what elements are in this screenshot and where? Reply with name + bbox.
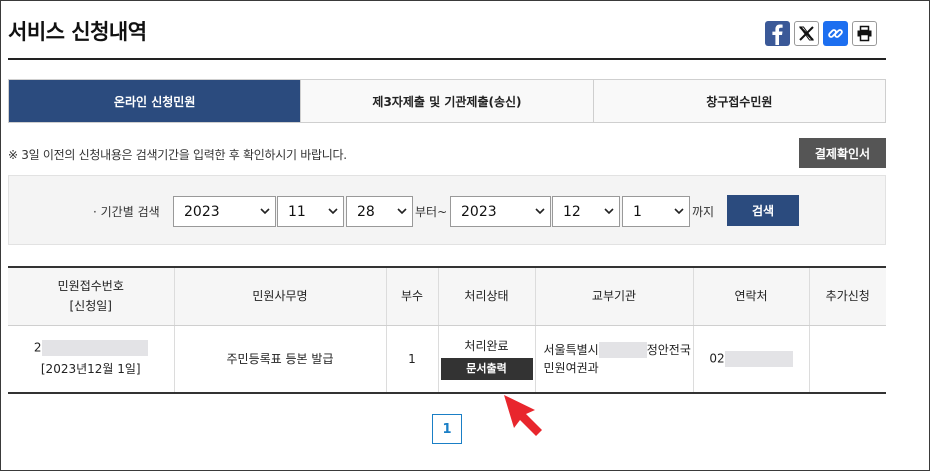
chevron-down-icon (260, 208, 270, 215)
cell-service-name: 주민등록표 등본 발급 (174, 325, 387, 394)
chevron-down-icon (674, 208, 684, 215)
end-year-value: 2023 (461, 203, 497, 220)
header-receipt-number: 민원접수번호 [신청일] (8, 266, 175, 326)
agency-suffix: 정안전국 (646, 342, 691, 357)
header-receipt-number-line1: 민원접수번호 (57, 279, 124, 294)
copy-link-button[interactable] (823, 21, 848, 46)
status-text: 처리완료 (464, 339, 509, 354)
print-button[interactable] (852, 21, 877, 46)
end-month-value: 12 (563, 203, 581, 220)
search-label: · 기간별 검색 (93, 205, 160, 219)
application-table: 민원접수번호 [신청일] 민원사무명 부수 처리상태 교부기관 연락처 추가신청… (8, 266, 886, 394)
cell-agency: 서울특별시 정안전국 민원여권과 (535, 325, 694, 394)
header-receipt-number-line2: [신청일] (69, 299, 112, 314)
redacted-contact (724, 350, 793, 367)
notice-text: ※ 3일 이전의 신청내용은 검색기간을 입력한 후 확인하시기 바랍니다. (8, 148, 347, 162)
cell-status: 처리완료 문서출력 (438, 325, 536, 394)
end-day-value: 1 (633, 203, 642, 220)
start-year-select[interactable]: 2023 (173, 196, 276, 227)
header-contact: 연락처 (693, 266, 810, 326)
agency-prefix: 서울특별시 (543, 342, 599, 357)
end-month-select[interactable]: 12 (552, 196, 620, 227)
link-icon (828, 29, 843, 38)
cell-contact: 02 (693, 325, 810, 394)
header-agency: 교부기관 (535, 266, 694, 326)
cell-copies: 1 (386, 325, 439, 394)
end-year-select[interactable]: 2023 (450, 196, 551, 227)
chevron-down-icon (328, 208, 338, 215)
document-print-button[interactable]: 문서출력 (440, 358, 533, 381)
cell-extra-application (809, 325, 886, 394)
title-divider (8, 58, 886, 60)
contact-prefix: 02 (709, 351, 725, 366)
redacted-receipt-number (41, 340, 148, 357)
start-day-value: 28 (357, 203, 375, 220)
tab-online-application[interactable]: 온라인 신청민원 (9, 80, 302, 122)
table-row: 2 [2023년12월 1일] 주민등록표 등본 발급 1 처리완료 문서출력 … (8, 325, 886, 394)
search-button[interactable]: 검색 (727, 195, 799, 226)
application-date: [2023년12월 1일] (40, 362, 141, 377)
x-share-button[interactable] (794, 21, 819, 46)
tab-counter-application[interactable]: 창구접수민원 (593, 80, 885, 122)
start-month-value: 11 (288, 203, 306, 220)
facebook-icon (772, 24, 783, 45)
header-status: 처리상태 (438, 266, 536, 326)
search-panel: · 기간별 검색 2023 11 28 부터~ 2023 12 1 까지 검색 (8, 175, 886, 245)
cell-receipt-number: 2 [2023년12월 1일] (8, 325, 175, 394)
start-day-select[interactable]: 28 (346, 196, 413, 227)
tab-third-party-submission[interactable]: 제3자제출 및 기관제출(송신) (301, 80, 594, 122)
chevron-down-icon (535, 208, 545, 215)
redacted-agency (598, 342, 647, 359)
print-icon (857, 25, 872, 42)
table-header-row: 민원접수번호 [신청일] 민원사무명 부수 처리상태 교부기관 연락처 추가신청 (8, 266, 886, 326)
end-day-select[interactable]: 1 (622, 196, 690, 227)
pointer-arrow-icon (504, 395, 542, 436)
tab-bar: 온라인 신청민원 제3자제출 및 기관제출(송신) 창구접수민원 (8, 79, 886, 123)
page-1-link[interactable]: 1 (432, 414, 462, 444)
header-service-name: 민원사무명 (174, 266, 387, 326)
until-text: 까지 (692, 205, 715, 219)
from-text: 부터~ (415, 205, 448, 219)
x-icon (799, 26, 814, 41)
chevron-down-icon (604, 208, 614, 215)
start-month-select[interactable]: 11 (277, 196, 344, 227)
receipt-number-text: 2 (33, 340, 42, 355)
header-copies: 부수 (386, 266, 439, 326)
page-title: 서비스 신청내역 (8, 20, 147, 44)
header-extra-application: 추가신청 (809, 266, 886, 326)
start-year-value: 2023 (184, 203, 220, 220)
agency-line2: 민원여권과 (543, 360, 599, 375)
payment-receipt-button[interactable]: 결제확인서 (799, 138, 886, 168)
chevron-down-icon (397, 208, 407, 215)
facebook-share-button[interactable] (765, 21, 790, 46)
